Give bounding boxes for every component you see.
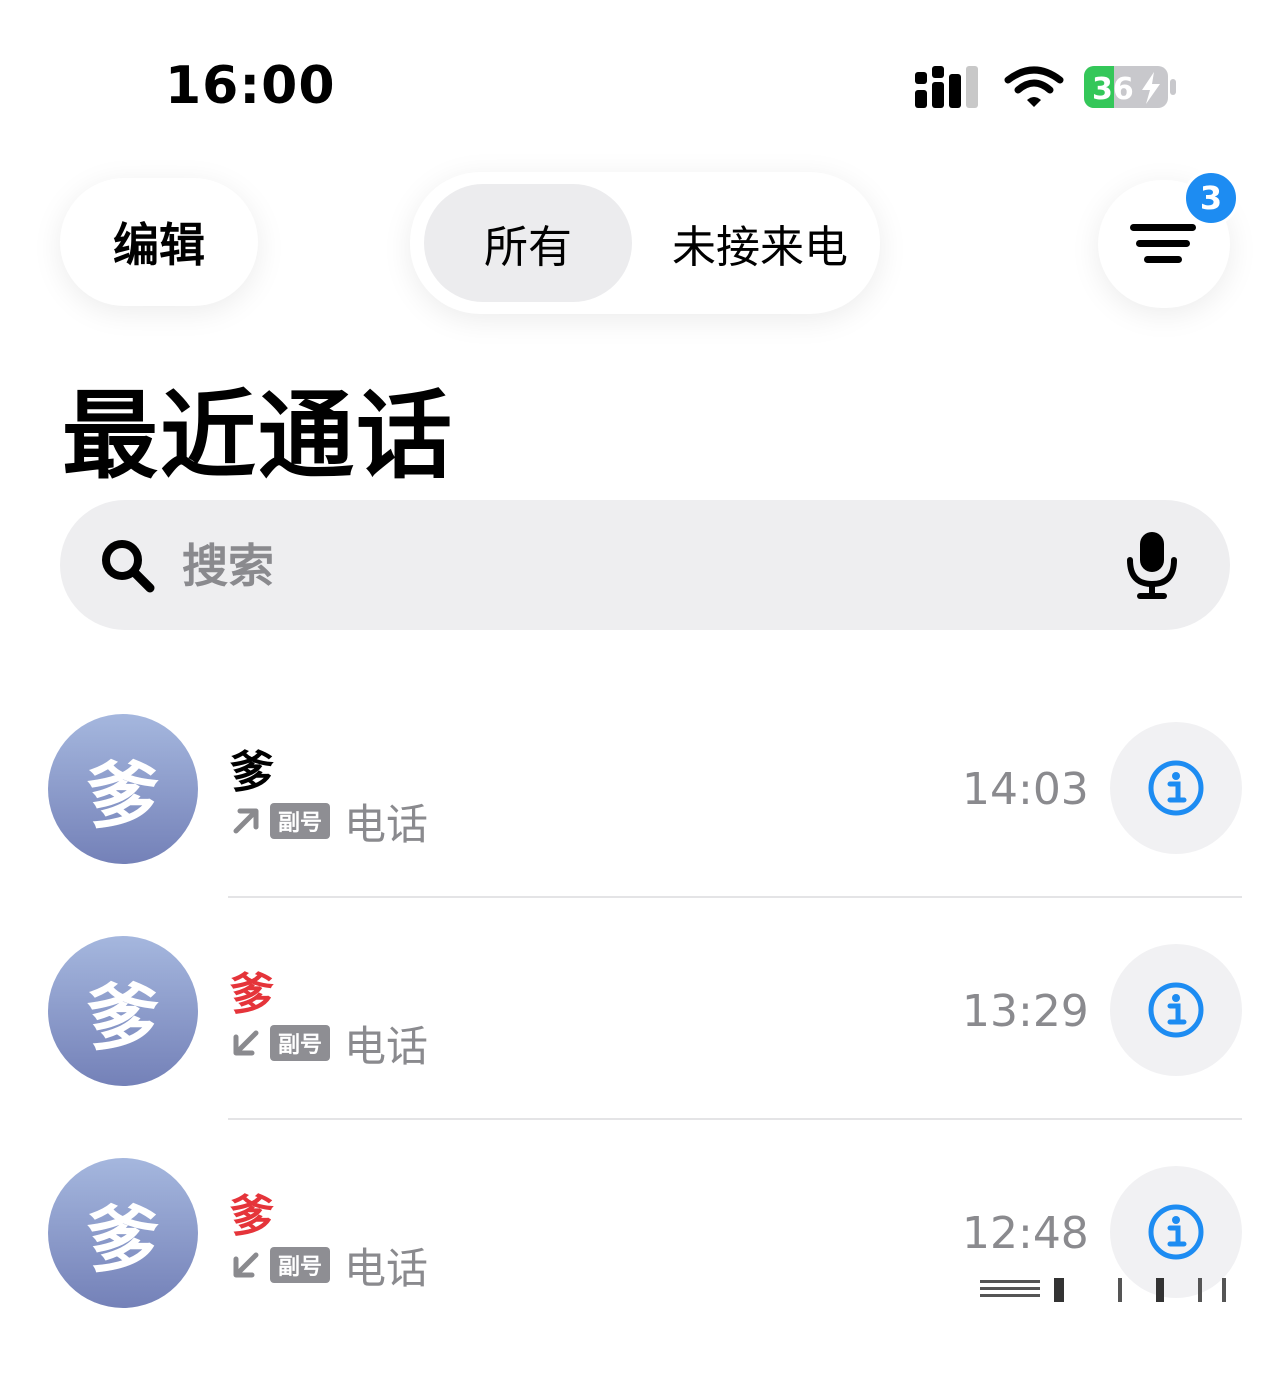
page-title: 最近通话 [62, 380, 454, 492]
microphone-icon[interactable] [1124, 530, 1180, 600]
row-divider [228, 1118, 1242, 1120]
filter-count-badge: 3 [1183, 170, 1239, 226]
call-time: 14:03 [962, 764, 1089, 815]
watermark-icon [980, 1278, 1226, 1302]
search-input[interactable] [180, 530, 1084, 602]
wifi-icon [1004, 66, 1064, 107]
caller-name: 爹 [230, 747, 274, 798]
avatar: 爹 [48, 714, 198, 864]
call-type: 电话 [344, 1021, 429, 1071]
info-icon [1148, 760, 1204, 816]
cellular-signal-icon [915, 66, 978, 108]
incoming-arrow-icon [233, 1252, 259, 1278]
call-time: 12:48 [962, 1208, 1089, 1259]
info-icon [1148, 982, 1204, 1038]
clock: 16:00 [165, 56, 336, 116]
caller-name: 爹 [230, 969, 274, 1020]
avatar: 爹 [48, 936, 198, 1086]
avatar: 爹 [48, 1158, 198, 1308]
battery-level: 36 [1092, 72, 1134, 107]
info-icon [1148, 1204, 1204, 1260]
search-icon [102, 540, 155, 593]
call-row[interactable]: 爹 爹 副号 电话 12:48 [0, 1158, 1273, 1380]
sim-tag: 副号 [270, 803, 331, 839]
tab-missed-calls[interactable]: 未接来电 [648, 184, 872, 302]
filter-lines-icon [1130, 224, 1196, 263]
call-details: 副号 电话 [230, 1018, 428, 1071]
segmented-control: 所有 未接来电 [410, 172, 880, 314]
caller-name: 爹 [230, 1191, 274, 1242]
tab-all[interactable]: 所有 [424, 184, 632, 302]
call-type: 电话 [344, 1243, 429, 1293]
row-divider [228, 896, 1242, 898]
call-details: 副号 电话 [230, 796, 428, 849]
edit-button[interactable]: 编辑 [60, 178, 258, 306]
sim-tag: 副号 [270, 1025, 331, 1061]
incoming-arrow-icon [233, 1030, 259, 1056]
call-row[interactable]: 爹 爹 副号 电话 13:29 [0, 936, 1273, 1158]
call-time: 13:29 [962, 986, 1089, 1037]
call-details: 副号 电话 [230, 1240, 428, 1293]
outgoing-arrow-icon [233, 808, 259, 834]
status-bar: 16:00 36 [0, 0, 1273, 140]
battery-icon: 36 [1084, 66, 1176, 108]
sim-tag: 副号 [270, 1247, 331, 1283]
call-row[interactable]: 爹 爹 副号 电话 14:03 [0, 714, 1273, 936]
call-type: 电话 [344, 799, 429, 849]
